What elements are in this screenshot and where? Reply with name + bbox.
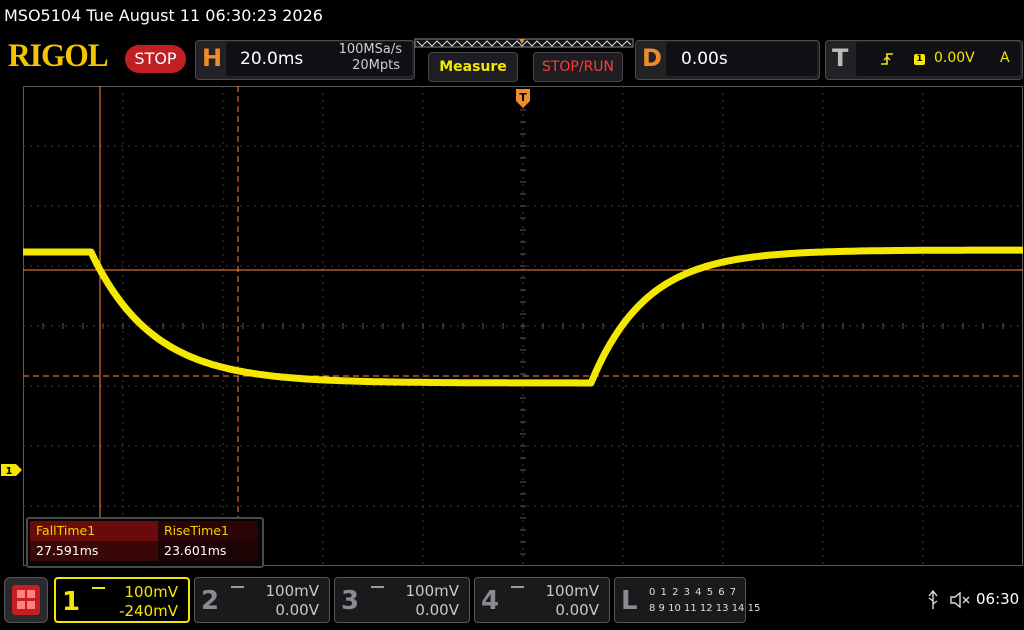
- memory-position-bar: [414, 38, 634, 48]
- logic-letter: L: [621, 586, 638, 616]
- dc-coupling-icon: [511, 586, 524, 592]
- channel1-number: 1: [62, 587, 81, 617]
- channel2-number: 2: [201, 586, 220, 616]
- horizontal-letter: H: [202, 44, 223, 72]
- rigol-logo: RIGOL: [8, 38, 109, 74]
- measurement-name: RiseTime1: [158, 521, 258, 541]
- logic-channels-row2: 8 9 10 11 12 13 14 15: [649, 603, 761, 614]
- speaker-muted-icon[interactable]: [949, 591, 973, 609]
- timebase-value: 20.0ms: [240, 49, 304, 69]
- channel1-scale: 100mV: [124, 583, 178, 601]
- channel3-offset: 0.00V: [415, 601, 459, 619]
- run-state-badge[interactable]: STOP: [125, 45, 186, 73]
- waveform-display[interactable]: [23, 86, 1023, 566]
- delay-value: 0.00s: [681, 49, 728, 69]
- graticule: [23, 86, 1023, 566]
- channel1-ground-marker-label: 1: [6, 466, 13, 477]
- trigger-time-marker-label: T: [519, 91, 527, 104]
- memory-depth: 20Mpts: [352, 58, 400, 73]
- trigger-letter: T: [832, 44, 849, 72]
- delay-letter: D: [642, 44, 662, 72]
- channel1-panel[interactable]: 1 100mV -240mV: [54, 577, 190, 623]
- dc-coupling-icon: [231, 586, 244, 592]
- system-clock: 06:30: [976, 590, 1020, 608]
- channel4-scale: 100mV: [545, 582, 599, 600]
- rising-edge-icon: [881, 53, 893, 65]
- trigger-time-marker[interactable]: T: [515, 88, 531, 110]
- stop-run-button-label: STOP/RUN: [541, 59, 615, 75]
- measurement-value: 27.591ms: [30, 541, 158, 561]
- main-menu-button[interactable]: [4, 577, 48, 623]
- channel2-scale: 100mV: [265, 582, 319, 600]
- dc-coupling-icon: [92, 587, 105, 593]
- measurement-value: 23.601ms: [158, 541, 258, 561]
- logic-analyzer-panel[interactable]: L 0 1 2 3 4 5 6 7 8 9 10 11 12 13 14 15: [614, 577, 760, 623]
- menu-grid-icon: [12, 585, 40, 615]
- delay-panel[interactable]: D 0.00s: [635, 40, 820, 80]
- trigger-level: 0.00V: [934, 50, 975, 66]
- dc-coupling-icon: [371, 586, 384, 592]
- channel2-offset: 0.00V: [275, 601, 319, 619]
- channel4-number: 4: [481, 586, 500, 616]
- usb-icon: [928, 590, 938, 609]
- channel1-ground-marker[interactable]: 1: [0, 463, 24, 477]
- channel1-offset: -240mV: [119, 602, 178, 620]
- measure-button-label: Measure: [439, 59, 507, 75]
- measurement-name: FallTime1: [30, 521, 158, 541]
- status-line: MSO5104 Tue August 11 06:30:23 2026: [4, 6, 323, 25]
- channel3-scale: 100mV: [405, 582, 459, 600]
- channel3-number: 3: [341, 586, 360, 616]
- channel3-panel[interactable]: 3 100mV 0.00V: [334, 577, 470, 623]
- logic-channels-row1: 0 1 2 3 4 5 6 7: [649, 587, 738, 598]
- trigger-panel[interactable]: T 1 0.00V A: [825, 40, 1023, 80]
- channel4-panel[interactable]: 4 100mV 0.00V: [474, 577, 610, 623]
- channel2-panel[interactable]: 2 100mV 0.00V: [194, 577, 330, 623]
- measure-button[interactable]: Measure: [428, 52, 518, 82]
- measurement-panel[interactable]: FallTime1 27.591ms RiseTime1 23.601ms: [26, 517, 264, 568]
- trigger-mode: A: [1000, 50, 1010, 66]
- sample-rate: 100MSa/s: [338, 42, 402, 57]
- stop-run-button[interactable]: STOP/RUN: [533, 52, 623, 82]
- horizontal-panel[interactable]: H 20.0ms 100MSa/s 20Mpts: [195, 40, 415, 80]
- trigger-channel-badge: 1: [914, 54, 925, 65]
- channel4-offset: 0.00V: [555, 601, 599, 619]
